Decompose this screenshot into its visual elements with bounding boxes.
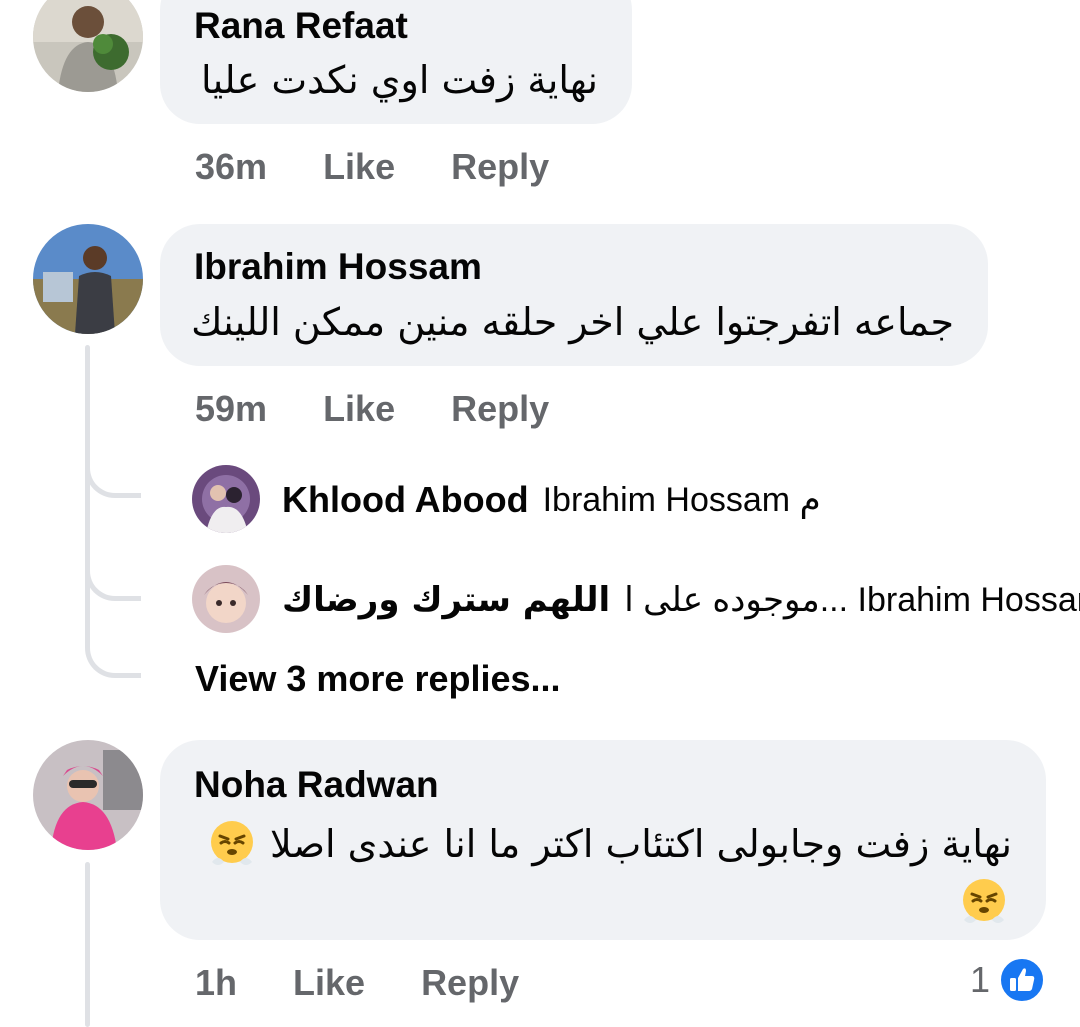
comment-text: جماعه اتفرجتوا علي اخر حلقه منين ممكن ال… xyxy=(191,300,954,344)
thread-branch xyxy=(85,553,141,601)
comment-actions: 1h Like Reply xyxy=(195,962,519,1004)
thread-line xyxy=(85,345,90,635)
comment-author[interactable]: Ibrahim Hossam xyxy=(194,246,482,288)
reply-text: Ibrahim Hossam ...موجوده على ا xyxy=(624,581,1080,619)
comment-author[interactable]: Noha Radwan xyxy=(194,764,439,806)
huffing-face-emoji-icon xyxy=(963,879,1005,923)
comment-actions: 36m Like Reply xyxy=(195,146,549,188)
comment-bubble: Noha Radwan نهاية زفت وجابولى اكتئاب اكت… xyxy=(160,740,1046,940)
comment-text: نهاية زفت وجابولى اكتئاب اكتر ما انا عند… xyxy=(270,822,1012,866)
comment-text: نهاية زفت اوي نكدت عليا xyxy=(201,58,598,102)
comment-actions: 59m Like Reply xyxy=(195,388,549,430)
reply-button[interactable]: Reply xyxy=(421,962,519,1004)
like-button[interactable]: Like xyxy=(323,388,395,430)
like-thumb-icon xyxy=(999,957,1046,1003)
comment-author[interactable]: Rana Refaat xyxy=(194,5,408,47)
reply-item[interactable]: Khlood Abood Ibrahim Hossam م xyxy=(282,479,821,521)
reply-author[interactable]: اللهم سترك ورضاك xyxy=(282,580,610,620)
reply-item[interactable]: اللهم سترك ورضاك Ibrahim Hossam ...موجود… xyxy=(282,580,1080,620)
thread-line xyxy=(85,862,90,1027)
reply-avatar[interactable] xyxy=(192,465,260,533)
thread-branch xyxy=(85,630,141,678)
comment-time[interactable]: 36m xyxy=(195,146,267,188)
comment-text-row: نهاية زفت وجابولى اكتئاب اكتر ما انا عند… xyxy=(206,818,1012,870)
comment-bubble: Rana Refaat نهاية زفت اوي نكدت عليا xyxy=(160,0,632,124)
like-button[interactable]: Like xyxy=(293,962,365,1004)
reaction-summary[interactable]: 1 xyxy=(970,956,1046,1004)
comment-time[interactable]: 1h xyxy=(195,962,237,1004)
thread-branch xyxy=(85,450,141,498)
comment-time[interactable]: 59m xyxy=(195,388,267,430)
reply-text: Ibrahim Hossam م xyxy=(542,481,821,519)
avatar[interactable] xyxy=(33,0,143,92)
huffing-face-emoji-icon xyxy=(211,821,254,865)
reply-avatar[interactable] xyxy=(192,565,260,633)
avatar[interactable] xyxy=(33,224,143,334)
like-button[interactable]: Like xyxy=(323,146,395,188)
reaction-count: 1 xyxy=(970,959,991,1000)
avatar[interactable] xyxy=(33,740,143,850)
comments-page: Rana Refaat نهاية زفت اوي نكدت عليا 36m … xyxy=(0,0,1080,1027)
reply-button[interactable]: Reply xyxy=(451,388,549,430)
comment-bubble: Ibrahim Hossam جماعه اتفرجتوا علي اخر حل… xyxy=(160,224,988,366)
view-more-replies-link[interactable]: View 3 more replies... xyxy=(195,658,561,700)
reply-author[interactable]: Khlood Abood xyxy=(282,479,529,521)
reply-button[interactable]: Reply xyxy=(451,146,549,188)
